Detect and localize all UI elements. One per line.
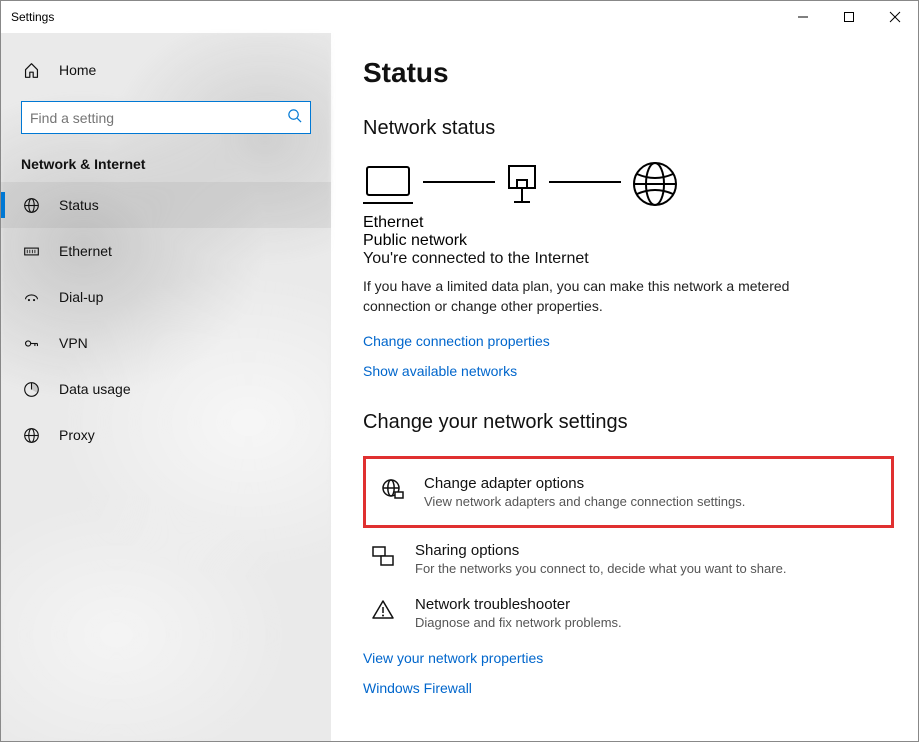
window-title: Settings (11, 10, 780, 24)
sidebar-item-status[interactable]: Status (1, 182, 331, 228)
setting-item-title: Change adapter options (424, 475, 745, 492)
sidebar-item-label: Proxy (59, 427, 95, 443)
sidebar-item-proxy[interactable]: Proxy (1, 412, 331, 458)
sidebar-item-vpn[interactable]: VPN (1, 320, 331, 366)
sidebar-home-label: Home (59, 62, 96, 78)
setting-change-adapter-options[interactable]: Change adapter options View network adap… (372, 465, 885, 519)
connection-line (423, 181, 495, 183)
titlebar: Settings (1, 1, 918, 33)
search-input[interactable] (30, 110, 287, 126)
link-windows-firewall[interactable]: Windows Firewall (363, 680, 472, 696)
dialup-icon (21, 289, 41, 306)
router-icon (505, 164, 539, 204)
globe-large-icon (631, 160, 679, 208)
sidebar-item-label: VPN (59, 335, 88, 351)
setting-sharing-options[interactable]: Sharing options For the networks you con… (363, 532, 894, 586)
connection-line (549, 181, 621, 183)
search-icon (287, 108, 302, 128)
sidebar-item-datausage[interactable]: Data usage (1, 366, 331, 412)
network-status-heading: Network status (363, 117, 894, 140)
diagram-caption-top: Ethernet (363, 214, 894, 232)
adapter-icon (378, 475, 406, 509)
ethernet-icon (21, 243, 41, 260)
setting-item-desc: View network adapters and change connect… (424, 494, 745, 509)
page-title: Status (363, 57, 894, 89)
troubleshooter-icon (369, 596, 397, 630)
diagram-caption: Ethernet Public network (363, 214, 894, 250)
setting-item-desc: Diagnose and fix network problems. (415, 615, 622, 630)
highlight-box: Change adapter options View network adap… (363, 456, 894, 528)
diagram-caption-bottom: Public network (363, 232, 894, 250)
sidebar-item-label: Status (59, 197, 99, 213)
setting-item-title: Network troubleshooter (415, 596, 622, 613)
main-content: Status Network status Ethernet Public ne… (331, 33, 918, 741)
connected-description: If you have a limited data plan, you can… (363, 276, 793, 317)
sidebar-item-label: Data usage (59, 381, 131, 397)
minimize-button[interactable] (780, 1, 826, 33)
sidebar-item-dialup[interactable]: Dial-up (1, 274, 331, 320)
globe-icon (21, 197, 41, 214)
sidebar: Home Network & Internet Status Ethernet (1, 33, 331, 741)
setting-item-desc: For the networks you connect to, decide … (415, 561, 786, 576)
setting-item-title: Sharing options (415, 542, 786, 559)
link-show-available-networks[interactable]: Show available networks (363, 363, 517, 379)
search-box[interactable] (21, 101, 311, 134)
maximize-button[interactable] (826, 1, 872, 33)
sidebar-item-label: Ethernet (59, 243, 112, 259)
proxy-icon (21, 427, 41, 444)
vpn-icon (21, 335, 41, 352)
connected-heading: You're connected to the Internet (363, 250, 894, 268)
data-usage-icon (21, 381, 41, 398)
setting-network-troubleshooter[interactable]: Network troubleshooter Diagnose and fix … (363, 586, 894, 640)
sharing-icon (369, 542, 397, 576)
sidebar-category: Network & Internet (1, 134, 331, 182)
change-settings-heading: Change your network settings (363, 411, 894, 434)
sidebar-item-label: Dial-up (59, 289, 103, 305)
home-icon (21, 62, 41, 79)
close-button[interactable] (872, 1, 918, 33)
computer-icon (363, 161, 413, 207)
link-change-connection-properties[interactable]: Change connection properties (363, 333, 550, 349)
sidebar-home[interactable]: Home (1, 47, 331, 93)
link-view-network-properties[interactable]: View your network properties (363, 650, 543, 666)
network-diagram (363, 160, 894, 208)
sidebar-item-ethernet[interactable]: Ethernet (1, 228, 331, 274)
